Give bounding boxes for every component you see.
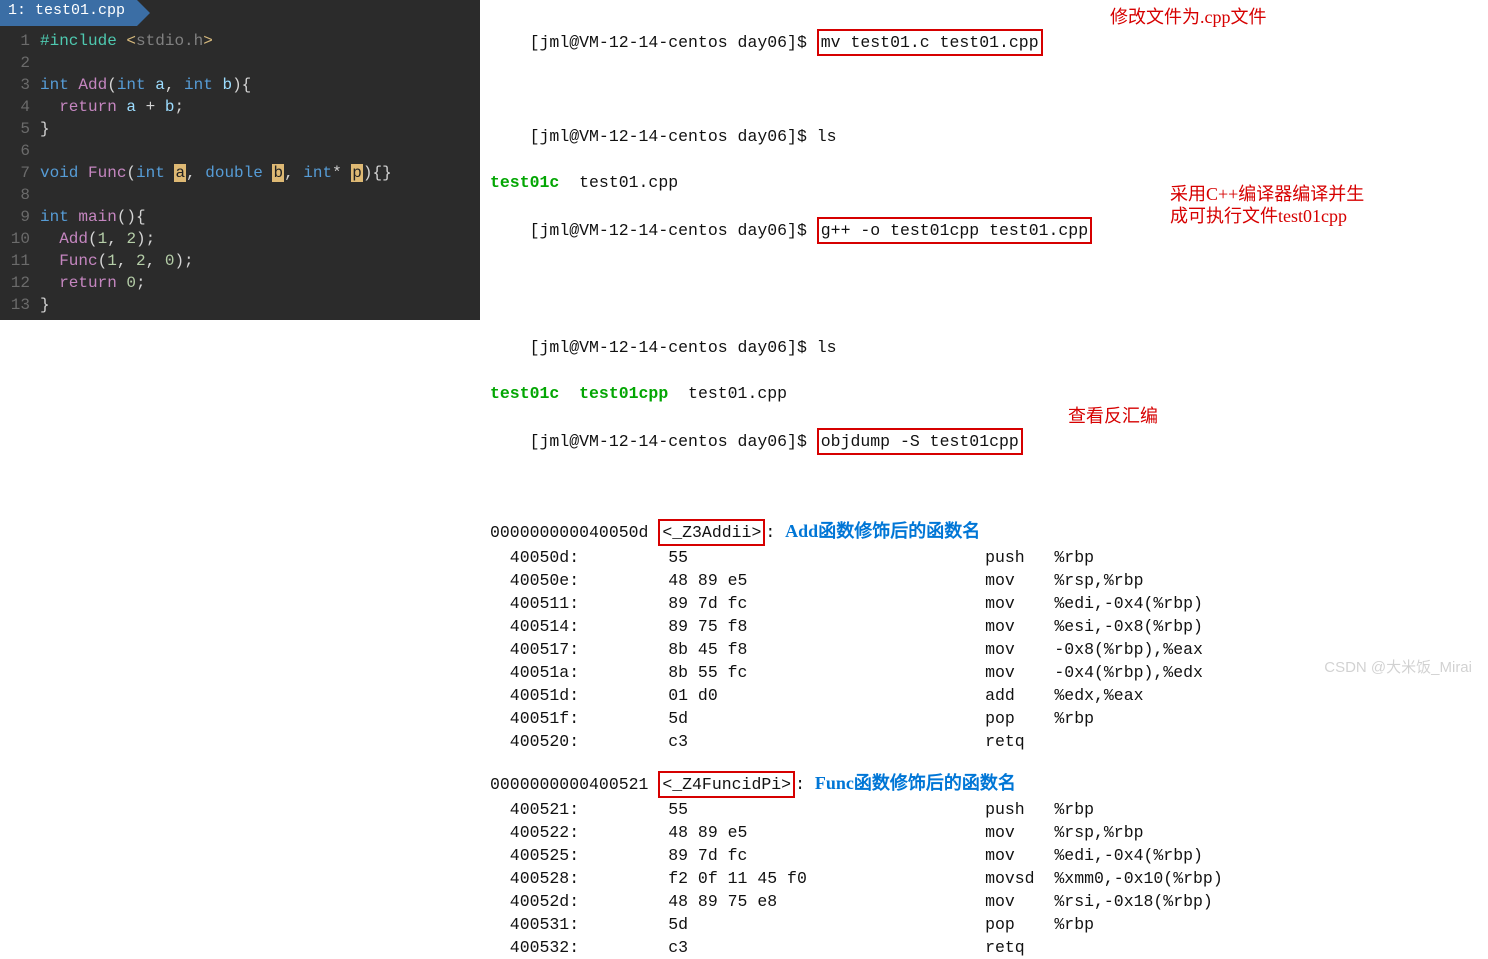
code-content: void Func(int a, double b, int* p){}: [40, 162, 480, 184]
terminal-line: [jml@VM-12-14-centos day06]$ mv test01.c…: [490, 6, 1478, 102]
line-number: 3: [0, 74, 40, 96]
disassembly-func: 0000000000400521 <_Z4FuncidPi>: Func函数修饰…: [490, 771, 1478, 959]
code-content: #include <stdio.h>: [40, 30, 480, 52]
code-line: 9int main(){: [0, 206, 480, 228]
code-line: 2: [0, 52, 480, 74]
annotation-mangled-func: Func函数修饰后的函数名: [815, 773, 1016, 793]
disassembly-add: 000000000040050d <_Z3Addii>: Add函数修饰后的函数…: [490, 519, 1478, 753]
asm-row: 400525: 89 7d fc mov %edi,-0x4(%rbp): [490, 844, 1478, 867]
code-content: Func(1, 2, 0);: [40, 250, 480, 272]
annotation-gpp-line1: 采用C++编译器编译并生: [1170, 183, 1364, 206]
asm-row: 40051f: 5d pop %rbp: [490, 707, 1478, 730]
code-line: 1#include <stdio.h>: [0, 30, 480, 52]
code-line: 12 return 0;: [0, 272, 480, 294]
asm-row: 400521: 55 push %rbp: [490, 798, 1478, 821]
terminal-line: [jml@VM-12-14-centos day06]$ ls: [490, 102, 1478, 171]
annotation-mangled-add: Add函数修饰后的函数名: [785, 521, 980, 541]
line-number: 6: [0, 140, 40, 162]
code-line: 8: [0, 184, 480, 206]
line-number: 4: [0, 96, 40, 118]
code-line: 6: [0, 140, 480, 162]
terminal-line: [jml@VM-12-14-centos day06]$ objdump -S …: [490, 405, 1478, 501]
terminal-line: [jml@VM-12-14-centos day06]$ ls: [490, 313, 1478, 382]
symbol-addr: 0000000000400521: [490, 775, 658, 794]
code-line: 10 Add(1, 2);: [0, 228, 480, 250]
code-line: 7void Func(int a, double b, int* p){}: [0, 162, 480, 184]
asm-rows-add: 40050d: 55 push %rbp 40050e: 48 89 e5 mo…: [490, 546, 1478, 753]
shell-prompt: [jml@VM-12-14-centos day06]$: [530, 33, 817, 52]
terminal-line: [jml@VM-12-14-centos day06]$ g++ -o test…: [490, 194, 1478, 313]
asm-row: 400511: 89 7d fc mov %edi,-0x4(%rbp): [490, 592, 1478, 615]
asm-row: 40050d: 55 push %rbp: [490, 546, 1478, 569]
mangled-name-add: <_Z3Addii>: [658, 519, 765, 546]
annotation-objdump: 查看反汇编: [1068, 405, 1158, 428]
exe-file: test01cpp: [579, 384, 668, 403]
code-line: 4 return a + b;: [0, 96, 480, 118]
asm-row: 400514: 89 75 f8 mov %esi,-0x8(%rbp): [490, 615, 1478, 638]
asm-row: 400531: 5d pop %rbp: [490, 913, 1478, 936]
asm-row: 40052d: 48 89 75 e8 mov %rsi,-0x18(%rbp): [490, 890, 1478, 913]
symbol-addr: 000000000040050d: [490, 523, 658, 542]
line-number: 11: [0, 250, 40, 272]
line-number: 8: [0, 184, 40, 206]
line-number: 9: [0, 206, 40, 228]
cmd-mv: mv test01.c test01.cpp: [817, 29, 1043, 56]
asm-row: 400532: c3 retq: [490, 936, 1478, 959]
code-line: 3int Add(int a, int b){: [0, 74, 480, 96]
line-number: 5: [0, 118, 40, 140]
code-line: 13}: [0, 294, 480, 316]
editor-tab-label: 1: test01.cpp: [8, 2, 125, 19]
mangled-name-func: <_Z4FuncidPi>: [658, 771, 795, 798]
exe-file: test01c: [490, 173, 559, 192]
code-content: return a + b;: [40, 96, 480, 118]
asm-rows-func: 400521: 55 push %rbp 400522: 48 89 e5 mo…: [490, 798, 1478, 959]
code-content: int Add(int a, int b){: [40, 74, 480, 96]
symbol-header: 0000000000400521 <_Z4FuncidPi>: Func函数修饰…: [490, 771, 1478, 798]
shell-prompt: [jml@VM-12-14-centos day06]$: [530, 432, 817, 451]
terminal-panel: [jml@VM-12-14-centos day06]$ mv test01.c…: [480, 0, 1488, 685]
shell-prompt: [jml@VM-12-14-centos day06]$: [530, 127, 817, 146]
line-number: 10: [0, 228, 40, 250]
asm-row: 400520: c3 retq: [490, 730, 1478, 753]
cmd-objdump: objdump -S test01cpp: [817, 428, 1023, 455]
code-content: [40, 140, 480, 162]
asm-row: 400522: 48 89 e5 mov %rsp,%rbp: [490, 821, 1478, 844]
code-content: }: [40, 118, 480, 140]
code-content: Add(1, 2);: [40, 228, 480, 250]
code-content: }: [40, 294, 480, 316]
cmd-ls: ls: [817, 127, 837, 146]
line-number: 1: [0, 30, 40, 52]
ls-output: test01c test01cpp test01.cpp: [490, 382, 1478, 405]
annotation-gpp-line2: 成可执行文件test01cpp: [1170, 205, 1347, 228]
line-number: 2: [0, 52, 40, 74]
code-content: [40, 184, 480, 206]
cmd-ls: ls: [817, 338, 837, 357]
code-editor-panel: 1: test01.cpp 1#include <stdio.h>23int A…: [0, 0, 480, 380]
asm-row: 40051d: 01 d0 add %edx,%eax: [490, 684, 1478, 707]
code-content: int main(){: [40, 206, 480, 228]
exe-file: test01c: [490, 384, 559, 403]
code-content: [40, 52, 480, 74]
watermark: CSDN @大米饭_Mirai: [1324, 656, 1472, 677]
shell-prompt: [jml@VM-12-14-centos day06]$: [530, 338, 817, 357]
annotation-mv: 修改文件为.cpp文件: [1110, 6, 1267, 29]
line-number: 12: [0, 272, 40, 294]
editor-body[interactable]: 1#include <stdio.h>23int Add(int a, int …: [0, 26, 480, 320]
line-number: 13: [0, 294, 40, 316]
src-file: test01.cpp: [559, 173, 678, 192]
code-content: return 0;: [40, 272, 480, 294]
cmd-gpp: g++ -o test01cpp test01.cpp: [817, 217, 1092, 244]
editor-tab-bar: 1: test01.cpp: [0, 0, 480, 26]
asm-row: 40050e: 48 89 e5 mov %rsp,%rbp: [490, 569, 1478, 592]
editor-tab-file[interactable]: 1: test01.cpp: [0, 0, 137, 26]
code-line: 11 Func(1, 2, 0);: [0, 250, 480, 272]
symbol-header: 000000000040050d <_Z3Addii>: Add函数修饰后的函数…: [490, 519, 1478, 546]
src-file: test01.cpp: [668, 384, 787, 403]
asm-row: 400528: f2 0f 11 45 f0 movsd %xmm0,-0x10…: [490, 867, 1478, 890]
line-number: 7: [0, 162, 40, 184]
code-line: 5}: [0, 118, 480, 140]
shell-prompt: [jml@VM-12-14-centos day06]$: [530, 221, 817, 240]
